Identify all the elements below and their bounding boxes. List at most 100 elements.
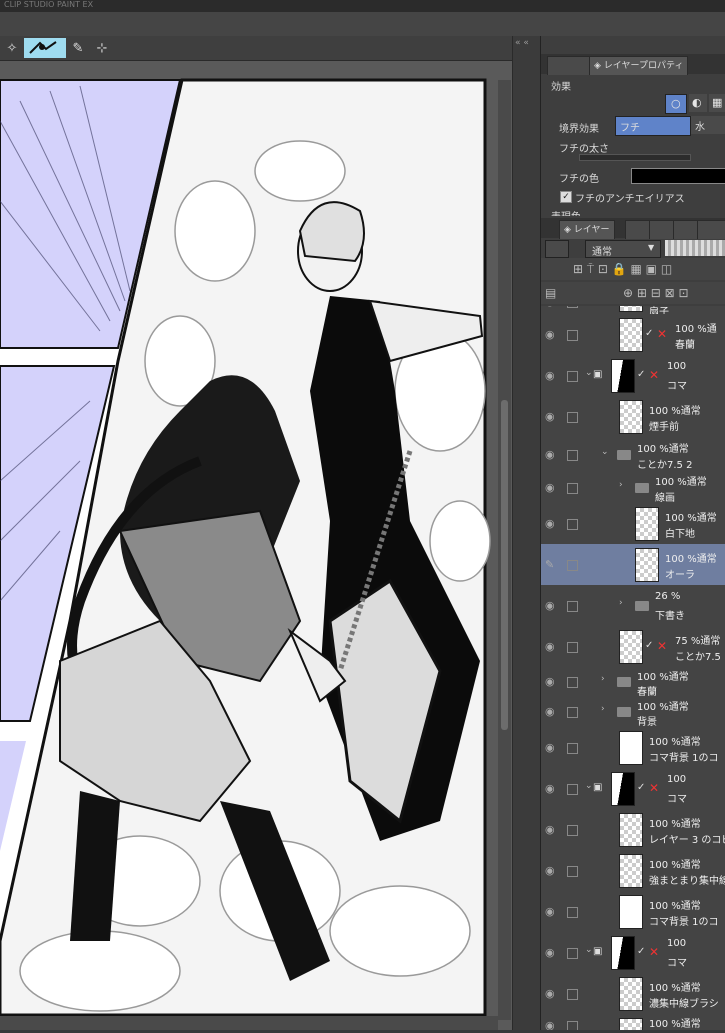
layer-row[interactable]: ◉ › 100 %通常 線画: [541, 472, 725, 504]
eye-icon[interactable]: ◉: [545, 410, 559, 424]
new-layer-icons[interactable]: ⊕ ⊞ ⊟ ⊠ ⊡: [623, 286, 689, 300]
layer-name[interactable]: 白下地: [665, 525, 695, 540]
layer-lock-toggle[interactable]: [567, 865, 578, 877]
layer-lock-toggle[interactable]: [567, 449, 578, 461]
mask-disabled-icon[interactable]: ✕: [657, 639, 670, 653]
eye-icon[interactable]: ◉: [545, 905, 559, 919]
eye-icon[interactable]: ◉: [545, 823, 559, 837]
layer-name[interactable]: コマ背景 1のコ: [649, 913, 719, 928]
pen-icon[interactable]: ✎: [68, 38, 88, 58]
opacity-slider[interactable]: [665, 240, 725, 256]
layer-row[interactable]: ◉ ✓ ✕ 75 %通常 ことか7.5: [541, 626, 725, 668]
layer-name[interactable]: 濃集中線ブラシ: [649, 995, 719, 1010]
eye-icon[interactable]: ◉: [545, 782, 559, 796]
eye-icon[interactable]: ◉: [545, 328, 559, 342]
layer-name[interactable]: コマ: [667, 954, 687, 969]
selection-icon[interactable]: ⊹: [92, 38, 112, 58]
tab-layer-property[interactable]: ◈ レイヤープロパティ: [589, 56, 689, 75]
chevron-down-icon[interactable]: ⌄: [585, 368, 593, 378]
border-option-water[interactable]: 水: [691, 116, 725, 134]
layer-lock-toggle[interactable]: [567, 329, 578, 341]
layer-lock-toggle[interactable]: [567, 306, 578, 308]
edge-antialias-checkbox[interactable]: ✓: [560, 191, 572, 203]
effect-pattern-button[interactable]: ▦: [709, 94, 725, 112]
layer-lock-toggle[interactable]: [567, 482, 578, 494]
layer-lock-toggle[interactable]: [567, 947, 578, 959]
border-option-edge[interactable]: フチ: [615, 116, 691, 136]
eye-icon[interactable]: ◉: [545, 864, 559, 878]
layer-row[interactable]: ◉ ✓ ✕ 100 %通 春蘭: [541, 314, 725, 356]
eye-icon[interactable]: ◉: [545, 448, 559, 462]
layer-row[interactable]: ◉ › 100 %通常 春蘭: [541, 667, 725, 698]
layer-row[interactable]: ✎ 100 %通常 オーラ: [541, 544, 725, 586]
layer-row[interactable]: ◉ ⌄ ▣ ✓ ✕ 100 コマ: [541, 932, 725, 974]
eye-icon[interactable]: ◉: [545, 517, 559, 531]
layer-lock-toggle[interactable]: [567, 707, 578, 718]
mask-disabled-icon[interactable]: ✕: [649, 781, 662, 795]
tab-layer[interactable]: ◈ レイヤー: [559, 220, 615, 239]
layer-lock-toggle[interactable]: [567, 370, 578, 382]
layer-name[interactable]: ことか7.5: [675, 648, 721, 663]
eye-icon[interactable]: ◉: [545, 705, 559, 719]
layer-lock-toggle[interactable]: [567, 559, 578, 571]
layer-name[interactable]: 煙手前: [649, 418, 679, 433]
chevron-down-icon[interactable]: ⌄: [585, 945, 593, 955]
mask-disabled-icon[interactable]: ✕: [649, 945, 662, 959]
layer-row[interactable]: ◉ ⌄ 100 %通常 ことか7.5 2: [541, 437, 725, 473]
canvas-area[interactable]: [0, 61, 512, 1030]
layer-lock-toggle[interactable]: [567, 1021, 578, 1030]
mask-disabled-icon[interactable]: ✕: [649, 368, 662, 382]
collapse-left-icon[interactable]: « «: [515, 38, 529, 48]
layer-lock-toggle[interactable]: [567, 677, 578, 688]
chevron-down-icon[interactable]: ⌄: [601, 447, 609, 457]
chevron-right-icon[interactable]: ›: [619, 480, 623, 490]
scrollbar-thumb[interactable]: [501, 400, 508, 730]
layer-row[interactable]: ◉ 100 %通常 煙手前: [541, 396, 725, 438]
eye-icon[interactable]: ◉: [545, 741, 559, 755]
eye-icon[interactable]: ◉: [545, 987, 559, 1001]
layer-row[interactable]: ◉ › 100 %通常 背景: [541, 697, 725, 728]
blend-mode-select[interactable]: 通常 ▼: [585, 240, 661, 258]
edge-color-swatch[interactable]: [631, 168, 725, 184]
layer-row[interactable]: ◉ 100 %通常 濃集中線ブラシ: [541, 973, 725, 1015]
eye-icon[interactable]: ◉: [545, 306, 559, 309]
layer-row[interactable]: ◉ 100 %通常: [541, 1014, 725, 1030]
canvas-vertical-scrollbar[interactable]: [498, 80, 511, 1020]
layer-name[interactable]: コマ背景 1のコ: [649, 749, 719, 764]
chevron-right-icon[interactable]: ›: [601, 704, 605, 714]
edge-width-slider[interactable]: [579, 154, 691, 161]
eye-icon[interactable]: ◉: [545, 481, 559, 495]
eye-icon[interactable]: ◉: [545, 675, 559, 689]
layer-row[interactable]: ◉ 100 %通常 コマ背景 1のコ: [541, 891, 725, 933]
eye-icon[interactable]: ◉: [545, 599, 559, 613]
eye-icon[interactable]: ◉: [545, 640, 559, 654]
layer-name[interactable]: 線画: [655, 489, 675, 504]
brush-preview-thumbnail[interactable]: [24, 38, 66, 58]
layer-name[interactable]: 下書き: [655, 607, 685, 622]
layer-row[interactable]: ◉ ⌄ ▣ ✓ ✕ 100 コマ: [541, 768, 725, 810]
eye-icon[interactable]: ◉: [545, 369, 559, 383]
layer-name[interactable]: 春蘭: [637, 683, 657, 698]
tab-tool-property[interactable]: [547, 56, 593, 75]
magic-wand-icon[interactable]: ✧: [2, 38, 22, 58]
layer-name[interactable]: 強まとまり集中線: [649, 872, 725, 887]
chevron-right-icon[interactable]: ›: [619, 598, 623, 608]
layer-lock-toggle[interactable]: [567, 411, 578, 423]
layer-lock-toggle[interactable]: [567, 824, 578, 836]
layer-row[interactable]: ◉ 100 %通常 コマ背景 1のコ: [541, 727, 725, 769]
chevron-right-icon[interactable]: ›: [601, 674, 605, 684]
layer-row[interactable]: ◉ 100 %通常 レイヤー 3 のコピ: [541, 809, 725, 851]
layer-lock-toggle[interactable]: [567, 600, 578, 612]
layer-lock-toggle[interactable]: [567, 783, 578, 795]
effect-tone-button[interactable]: ◐: [689, 94, 707, 112]
effect-border-button[interactable]: ○: [665, 94, 687, 114]
layer-lock-toggle[interactable]: [567, 742, 578, 754]
layer-name[interactable]: コマ: [667, 790, 687, 805]
layer-row[interactable]: ◉ ⌄ ▣ ✓ ✕ 100 コマ: [541, 355, 725, 397]
layer-row[interactable]: ◉ 100 %通常 白下地: [541, 503, 725, 545]
layer-row[interactable]: ◉ › 26 % 下書き: [541, 585, 725, 627]
layer-list[interactable]: ◉扇子◉✓✕100 %通春蘭◉⌄▣✓✕100コマ◉100 %通常煙手前◉⌄100…: [541, 306, 725, 1030]
chevron-down-icon[interactable]: ⌄: [585, 781, 593, 791]
eye-icon[interactable]: ◉: [545, 1019, 559, 1030]
layer-lock-toggle[interactable]: [567, 641, 578, 653]
